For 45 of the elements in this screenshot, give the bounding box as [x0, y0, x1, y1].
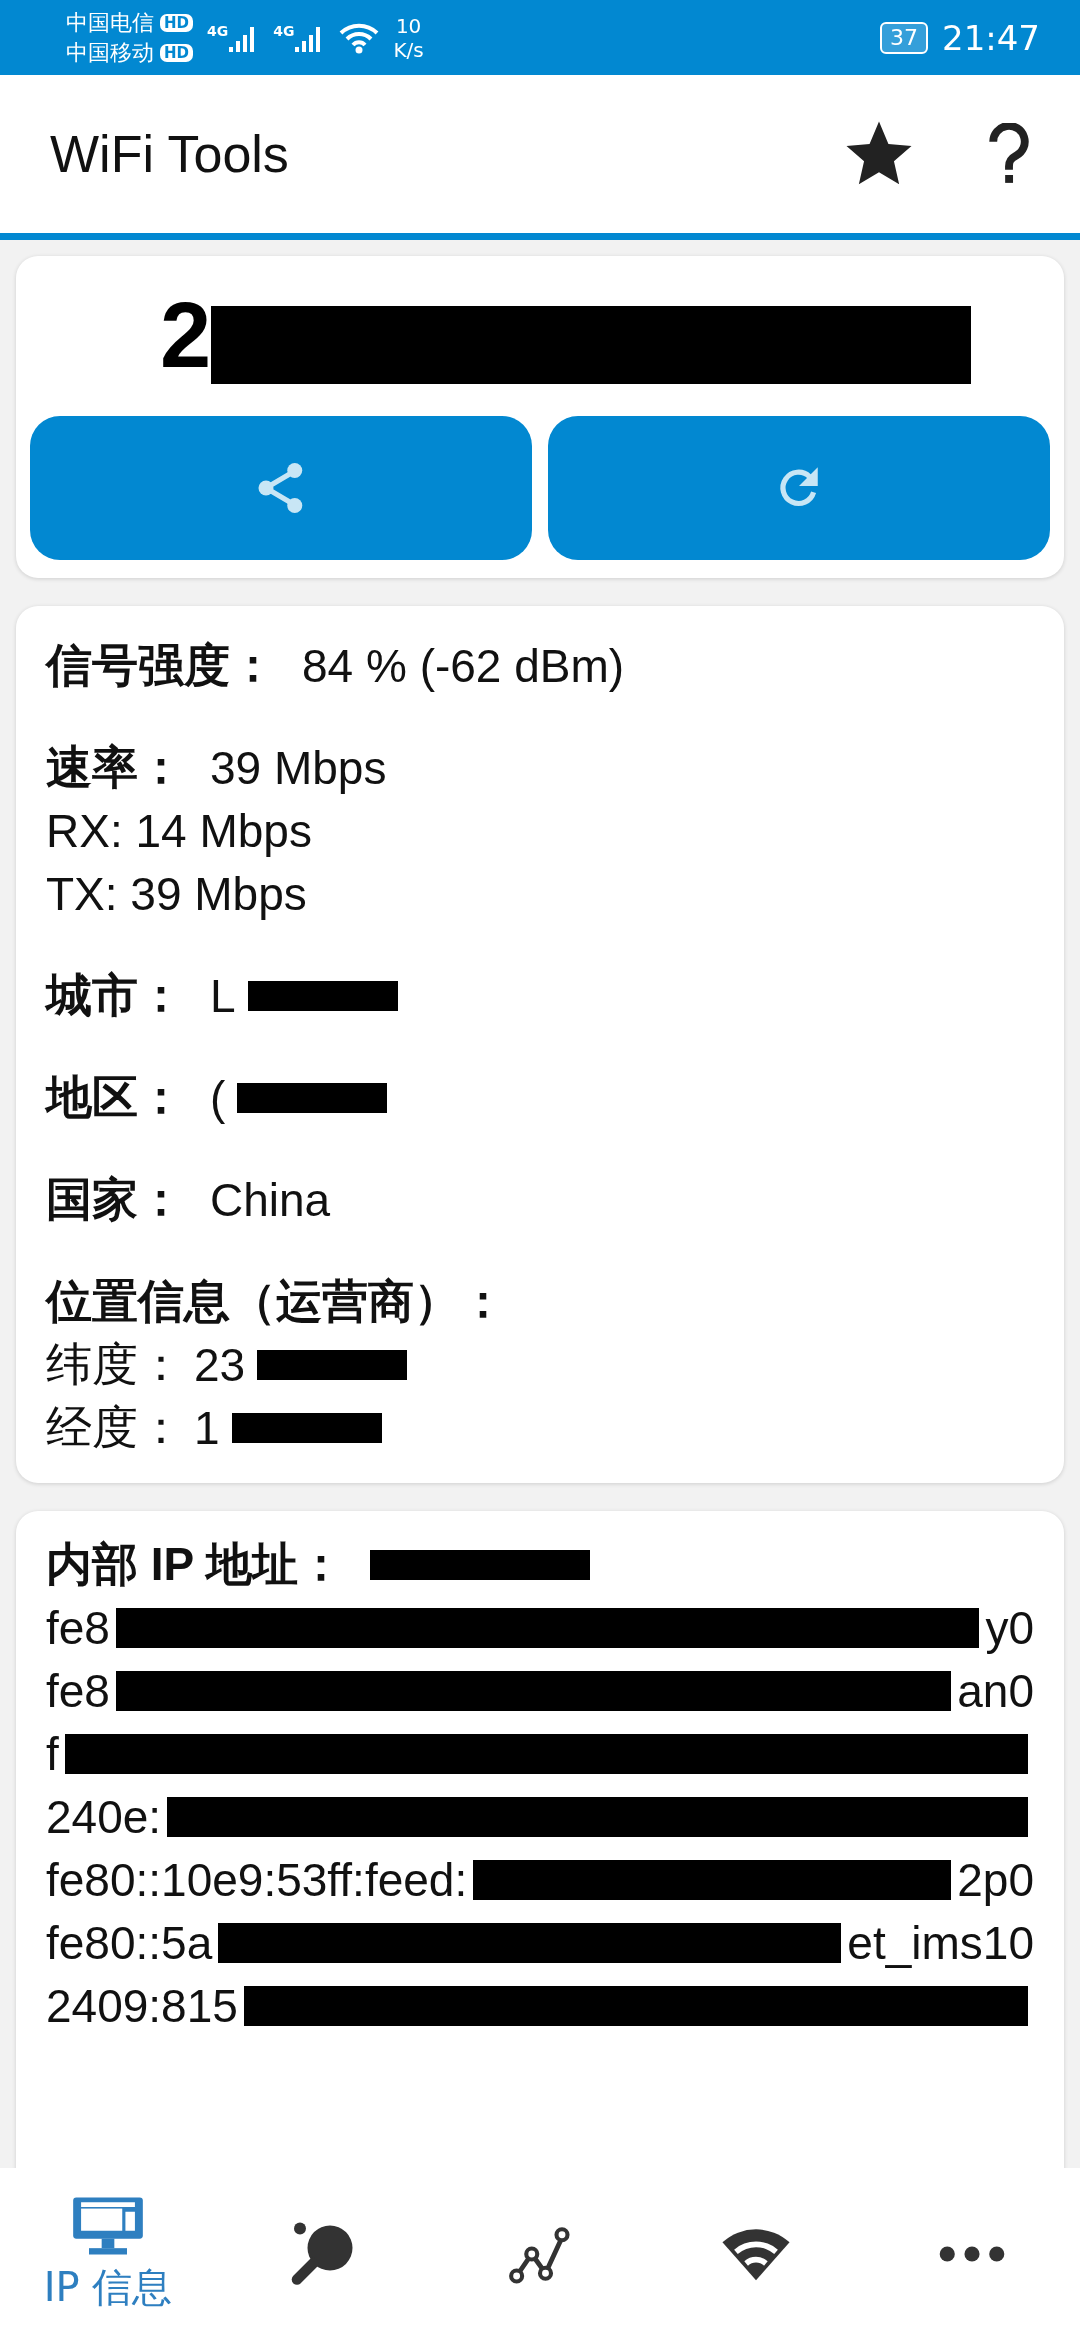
field-value: 1	[194, 1400, 220, 1455]
speed-unit: K/s	[393, 37, 424, 62]
ip-address: y0	[985, 1600, 1034, 1655]
ip-address: 240e:	[46, 1789, 162, 1844]
field-value: RX: 14 Mbps	[46, 803, 312, 858]
ip-address: fe8	[46, 1600, 110, 1655]
field-label: 经度：	[46, 1399, 184, 1455]
field-label: 内部 IP 地址：	[46, 1536, 345, 1592]
more-icon	[939, 2245, 1005, 2263]
field-value: (	[210, 1070, 226, 1125]
ip-address: an0	[957, 1663, 1034, 1718]
clock: 21:47	[942, 17, 1040, 58]
ip-address: 2409:815	[46, 1978, 238, 2033]
field-value: TX: 39 Mbps	[46, 866, 307, 921]
field-label: 速率：	[46, 739, 184, 795]
ip-address: fe80::10e9:53ff:feed:	[46, 1852, 468, 1907]
ip-address: fe80::5a	[46, 1915, 213, 1970]
field-value: 23	[194, 1337, 246, 1392]
hd-badge: HD	[160, 43, 193, 62]
field-label: 信号强度：	[46, 637, 276, 693]
wifi-icon	[339, 21, 380, 54]
network-type: 4G	[273, 22, 295, 39]
carrier-name: 中国电信	[66, 8, 154, 37]
ip-address: 2p0	[957, 1852, 1034, 1907]
field-value: 84 % (-62 dBm)	[302, 638, 625, 693]
carrier-name: 中国移动	[66, 38, 154, 67]
speed-value: 10	[395, 13, 422, 38]
help-icon[interactable]	[988, 123, 1030, 185]
field-value: L	[210, 968, 236, 1023]
field-label: 地区：	[46, 1069, 184, 1125]
field-label: 纬度：	[46, 1336, 184, 1392]
network-type: 4G	[207, 22, 229, 39]
ip-address: fe8	[46, 1663, 110, 1718]
ip-address: 2	[160, 282, 212, 388]
field-label: 国家：	[46, 1171, 184, 1227]
battery-level: 37	[890, 24, 918, 50]
ip-address: et_ims10	[847, 1915, 1034, 1970]
nav-tab[interactable]: IP 信息	[0, 2193, 216, 2315]
hd-badge: HD	[160, 13, 193, 32]
field-label: 位置信息（运营商）：	[46, 1273, 506, 1329]
field-label: 城市：	[46, 967, 184, 1023]
field-value: 39 Mbps	[210, 740, 387, 795]
field-value: China	[210, 1172, 331, 1227]
ip-address: f	[46, 1726, 59, 1781]
app-title: WiFi Tools	[50, 124, 290, 184]
